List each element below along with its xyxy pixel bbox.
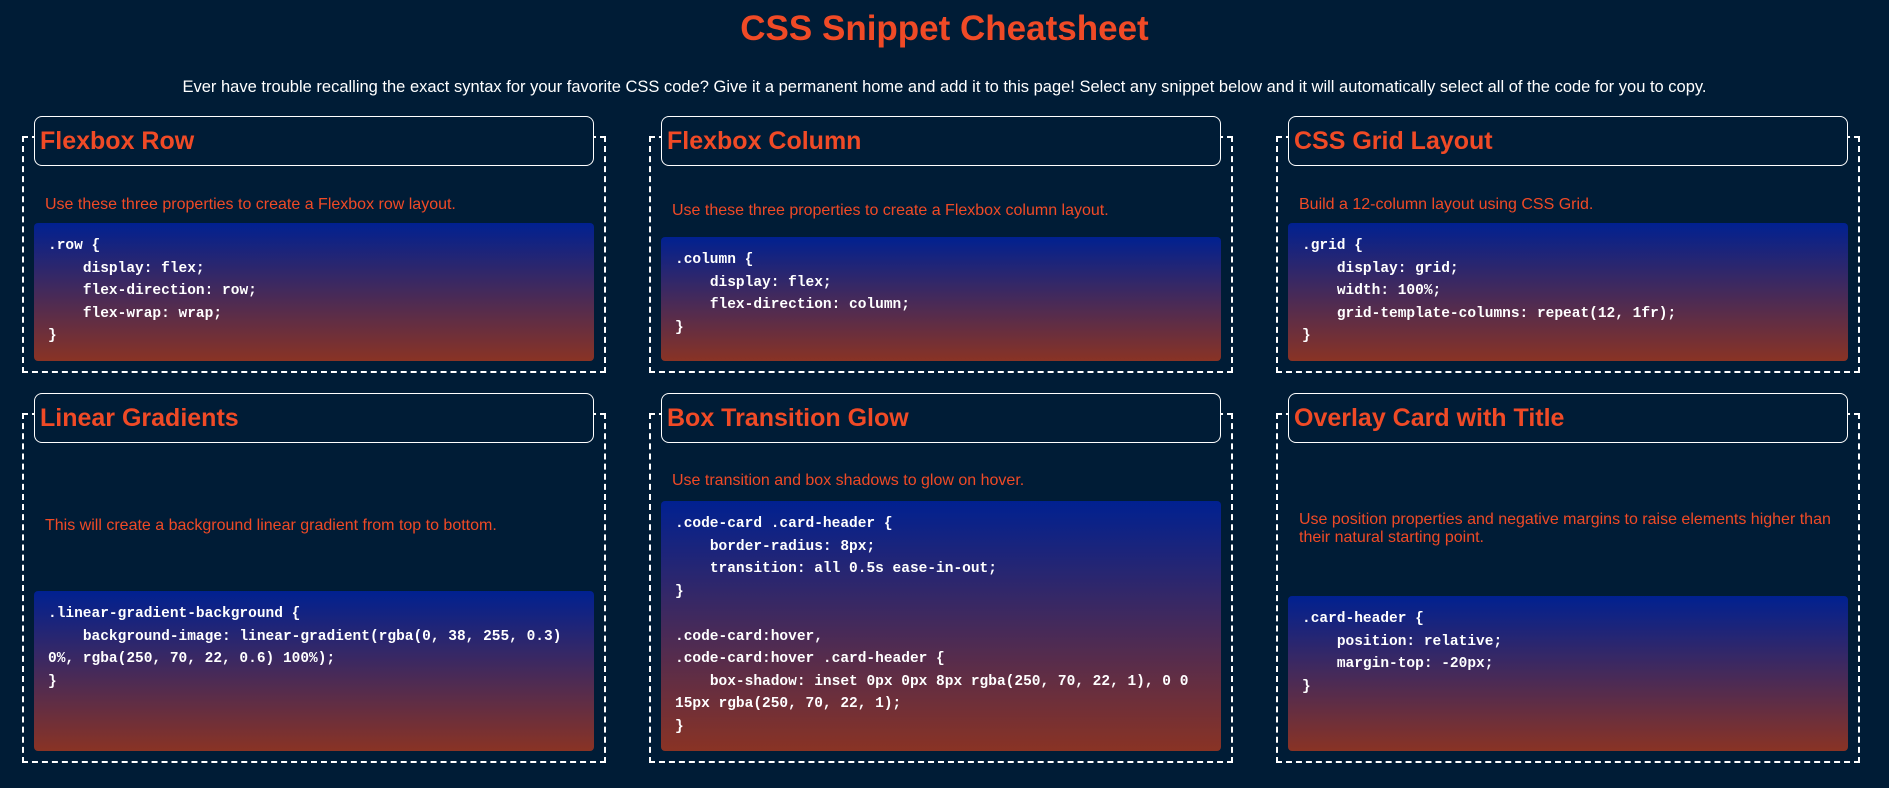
page-intro: Ever have trouble recalling the exact sy… [182, 78, 1707, 96]
card-header: CSS Grid Layout [1288, 116, 1848, 166]
card-description: Build a 12-column layout using CSS Grid. [1299, 196, 1594, 213]
snippet-grid: CSS Snippet Cheatsheet Ever have trouble… [0, 0, 1889, 788]
card-title: Overlay Card with Title [1294, 404, 1565, 432]
card-description: Use these three properties to create a F… [45, 196, 456, 213]
card-title: CSS Grid Layout [1294, 127, 1493, 155]
card-title: Box Transition Glow [667, 404, 909, 432]
card-title: Flexbox Column [667, 127, 862, 155]
card-description: Use position properties and negative mar… [1299, 511, 1831, 546]
card-description: Use these three properties to create a F… [672, 202, 1109, 219]
snippet-card-flexbox-column[interactable]: Flexbox Column Use these three propertie… [649, 116, 1233, 373]
card-header: Linear Gradients [34, 393, 594, 443]
page-header: CSS Snippet Cheatsheet Ever have trouble… [0, 0, 1889, 98]
snippet-card-overlay-card[interactable]: Overlay Card with Title Use position pro… [1276, 393, 1860, 763]
card-header: Box Transition Glow [661, 393, 1221, 443]
snippet-card-css-grid[interactable]: CSS Grid Layout Build a 12-column layout… [1276, 116, 1860, 373]
code-snippet[interactable]: .row { display: flex; flex-direction: ro… [34, 223, 594, 361]
code-snippet[interactable]: .linear-gradient-background { background… [34, 591, 594, 751]
card-header: Overlay Card with Title [1288, 393, 1848, 443]
card-header: Flexbox Column [661, 116, 1221, 166]
card-description: Use transition and box shadows to glow o… [672, 472, 1025, 489]
card-header: Flexbox Row [34, 116, 594, 166]
card-title: Flexbox Row [40, 127, 195, 155]
card-description: This will create a background linear gra… [45, 517, 497, 534]
code-snippet[interactable]: .code-card .card-header { border-radius:… [661, 501, 1221, 751]
card-title: Linear Gradients [40, 404, 239, 432]
snippet-card-linear-gradients[interactable]: Linear Gradients This will create a back… [22, 393, 606, 763]
snippet-card-box-transition-glow[interactable]: Box Transition Glow Use transition and b… [649, 393, 1233, 763]
page-title: CSS Snippet Cheatsheet [740, 9, 1149, 48]
code-snippet[interactable]: .grid { display: grid; width: 100%; grid… [1288, 223, 1848, 361]
snippet-card-flexbox-row[interactable]: Flexbox Row Use these three properties t… [22, 116, 606, 373]
code-snippet[interactable]: .card-header { position: relative; margi… [1288, 596, 1848, 751]
code-snippet[interactable]: .column { display: flex; flex-direction:… [661, 237, 1221, 361]
